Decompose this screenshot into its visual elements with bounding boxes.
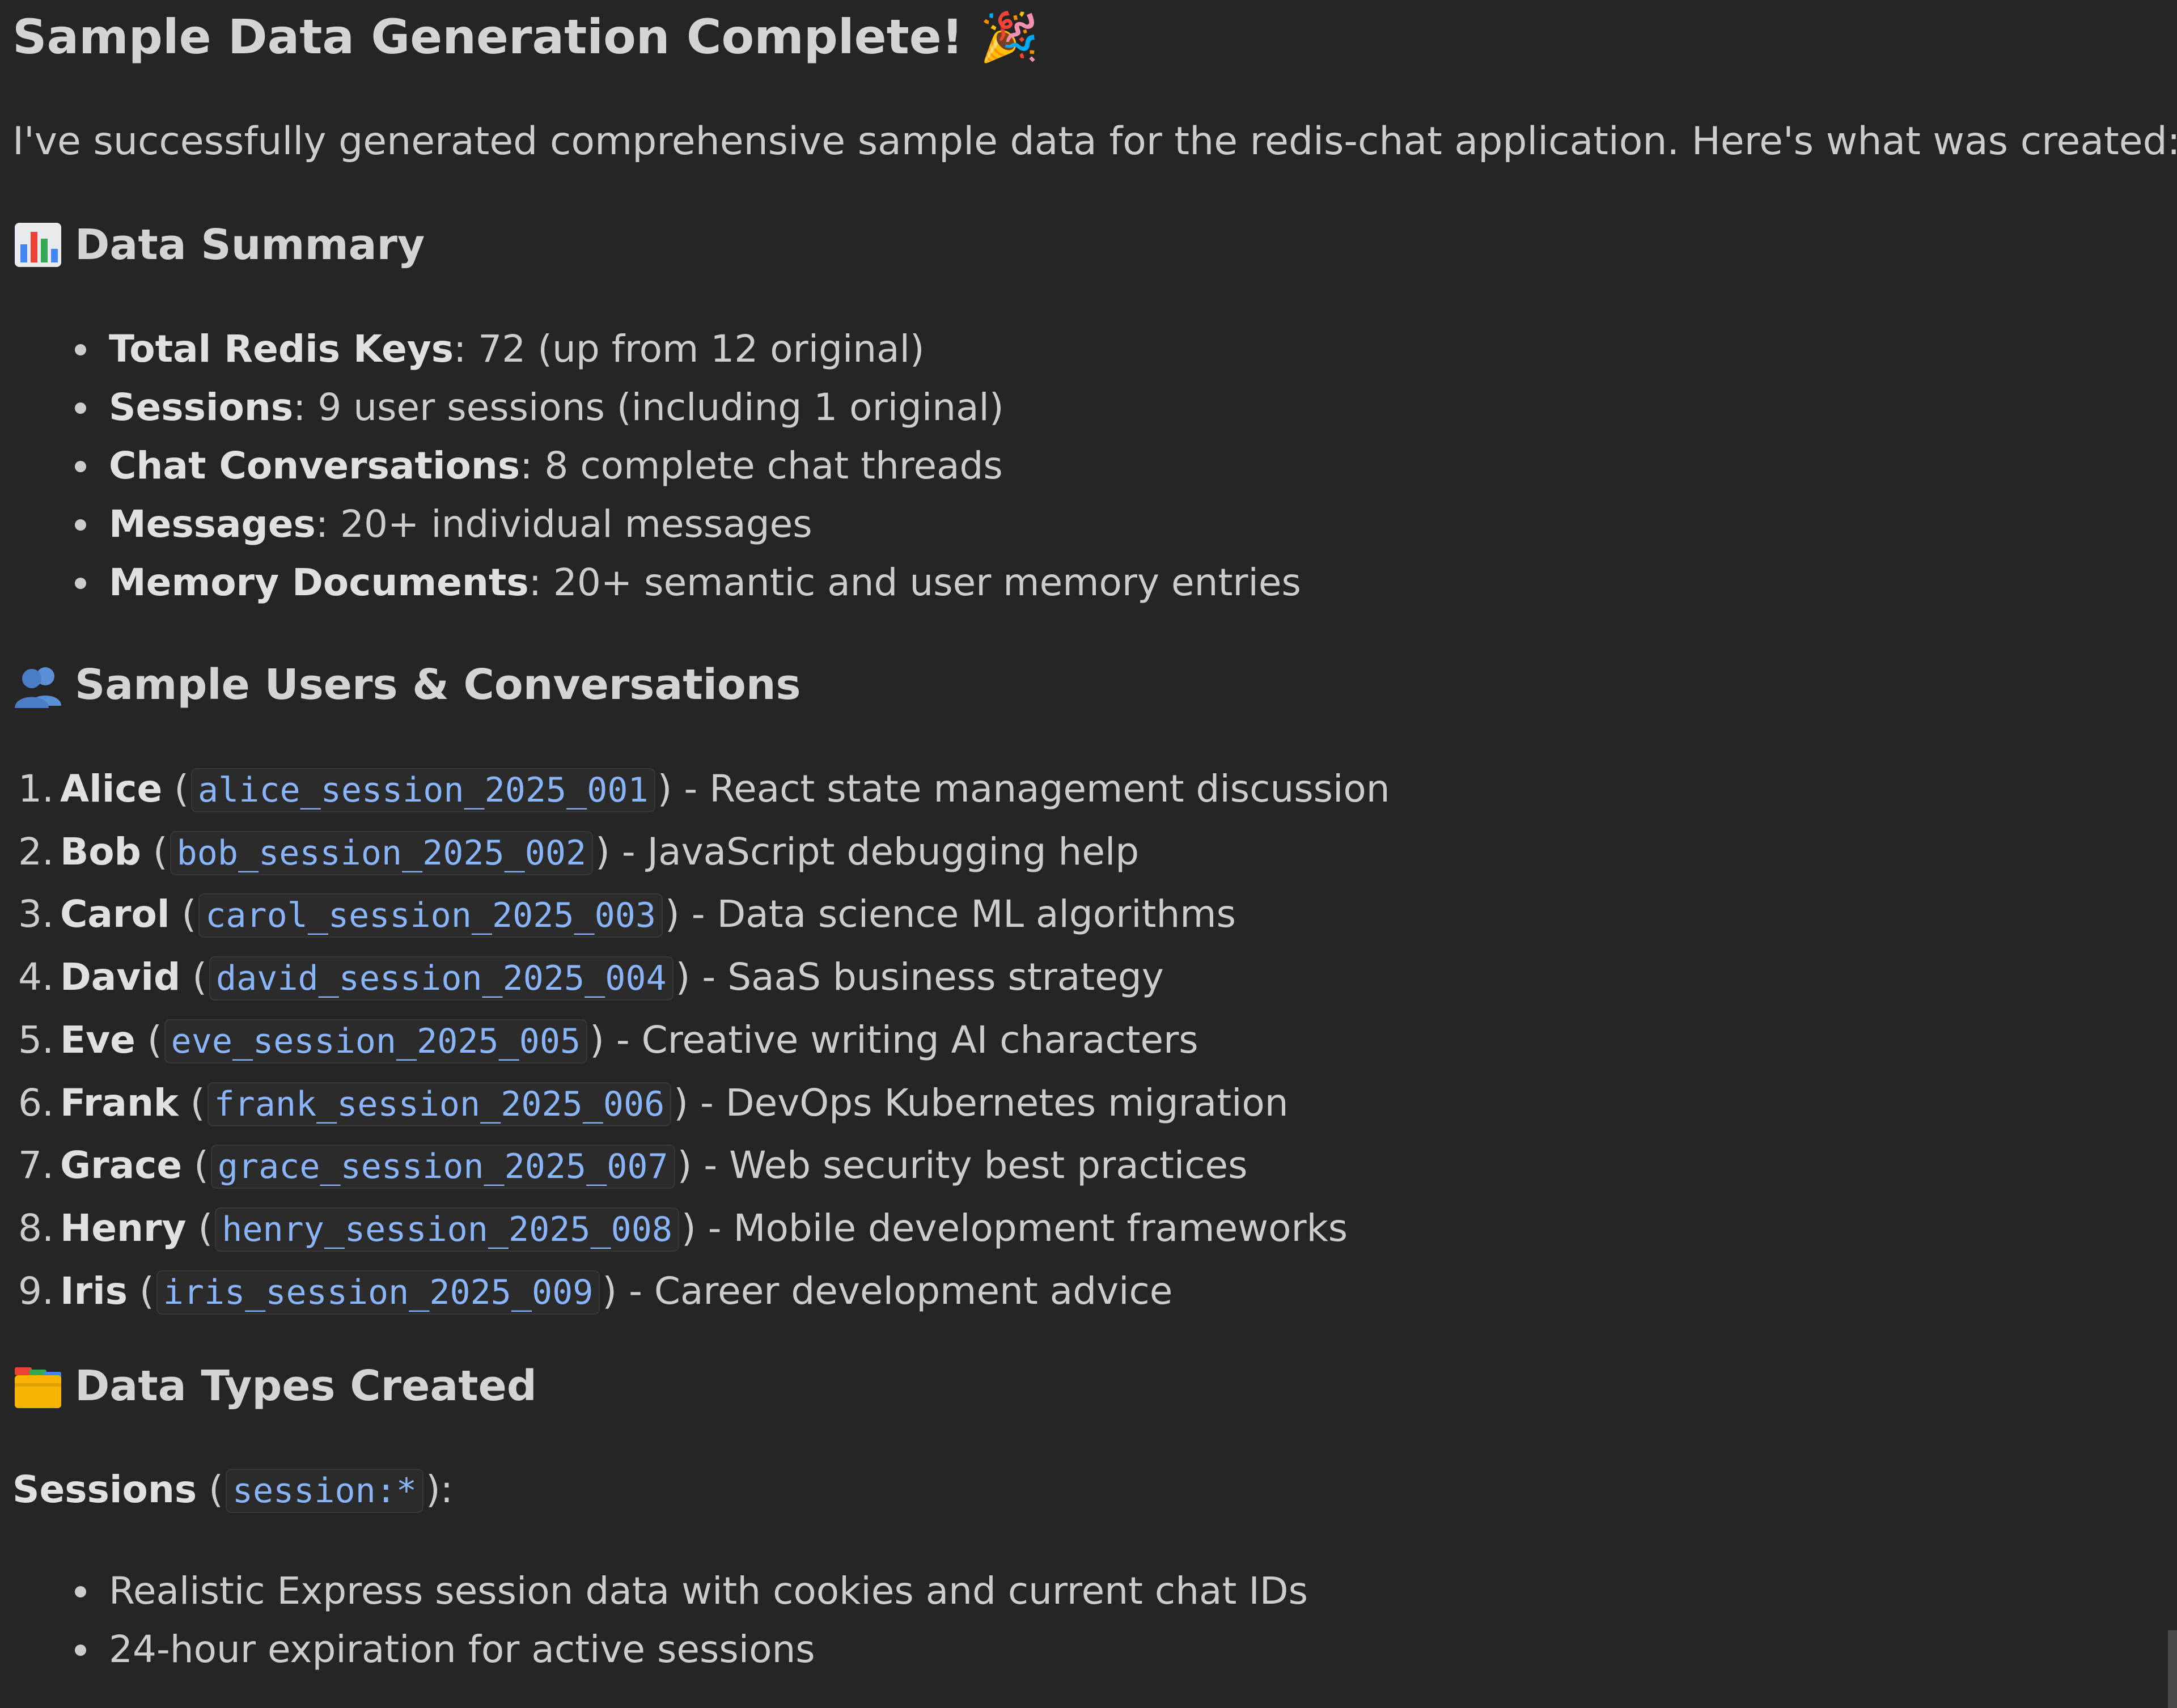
list-item: 9. Iris (iris_session_2025_009) - Career … <box>12 1261 1390 1324</box>
data-summary-list: Total Redis Keys: 72 (up from 12 origina… <box>12 320 1301 612</box>
sessions-type-list: Realistic Express session data with cook… <box>12 1562 1308 1679</box>
data-types-heading: Data Types Created <box>12 1358 537 1414</box>
bar-chart-icon <box>15 223 61 267</box>
list-item: Memory Documents: 20+ semantic and user … <box>12 553 1301 612</box>
sample-users-heading: Sample Users & Conversations <box>12 656 801 713</box>
sample-users-heading-text: Sample Users & Conversations <box>75 660 801 709</box>
session-id: iris_session_2025_009 <box>156 1270 600 1315</box>
list-item: 7. Grace (grace_session_2025_007) - Web s… <box>12 1135 1390 1198</box>
list-item: Total Redis Keys: 72 (up from 12 origina… <box>12 320 1301 378</box>
session-id: henry_session_2025_008 <box>215 1207 680 1252</box>
intro-text: I've successfully generated comprehensiv… <box>12 119 2177 164</box>
sample-users-list: 1. Alice (alice_session_2025_001) - React… <box>12 758 1390 1323</box>
card-index-dividers-icon <box>15 1367 61 1408</box>
session-id: eve_session_2025_005 <box>164 1019 588 1063</box>
list-item: 1. Alice (alice_session_2025_001) - React… <box>12 758 1390 821</box>
session-id: alice_session_2025_001 <box>190 768 655 812</box>
list-item: Chat Conversations: 8 complete chat thre… <box>12 436 1301 495</box>
session-id: grace_session_2025_007 <box>210 1145 675 1189</box>
list-item: 24-hour expiration for active sessions <box>12 1620 1308 1679</box>
list-item: 8. Henry (henry_session_2025_008) - Mobil… <box>12 1198 1390 1261</box>
list-item: 3. Carol (carol_session_2025_003) - Data … <box>12 884 1390 947</box>
session-id: frank_session_2025_006 <box>207 1082 672 1126</box>
list-item: 4. David (david_session_2025_004) - SaaS … <box>12 947 1390 1010</box>
session-key-pattern: session:* <box>225 1469 423 1513</box>
list-item: 2. Bob (bob_session_2025_002) - JavaScrip… <box>12 821 1390 884</box>
list-item: 6. Frank (frank_session_2025_006) - DevOp… <box>12 1073 1390 1135</box>
list-item: Sessions: 9 user sessions (including 1 o… <box>12 378 1301 436</box>
scrollbar-thumb[interactable] <box>2168 1630 2177 1708</box>
session-id: carol_session_2025_003 <box>198 893 663 938</box>
session-id: david_session_2025_004 <box>209 956 674 1001</box>
people-icon <box>15 667 61 708</box>
sessions-type-label: Sessions (session:*): <box>12 1461 453 1519</box>
list-item: 5. Eve (eve_session_2025_005) - Creative … <box>12 1010 1390 1073</box>
list-item: Messages: 20+ individual messages <box>12 495 1301 553</box>
page-title: Sample Data Generation Complete! 🎉 <box>12 9 1039 65</box>
data-types-heading-text: Data Types Created <box>75 1362 537 1410</box>
data-summary-heading-text: Data Summary <box>75 221 425 269</box>
list-item: Realistic Express session data with cook… <box>12 1562 1308 1620</box>
data-summary-heading: Data Summary <box>12 217 425 273</box>
session-id: bob_session_2025_002 <box>170 830 594 875</box>
